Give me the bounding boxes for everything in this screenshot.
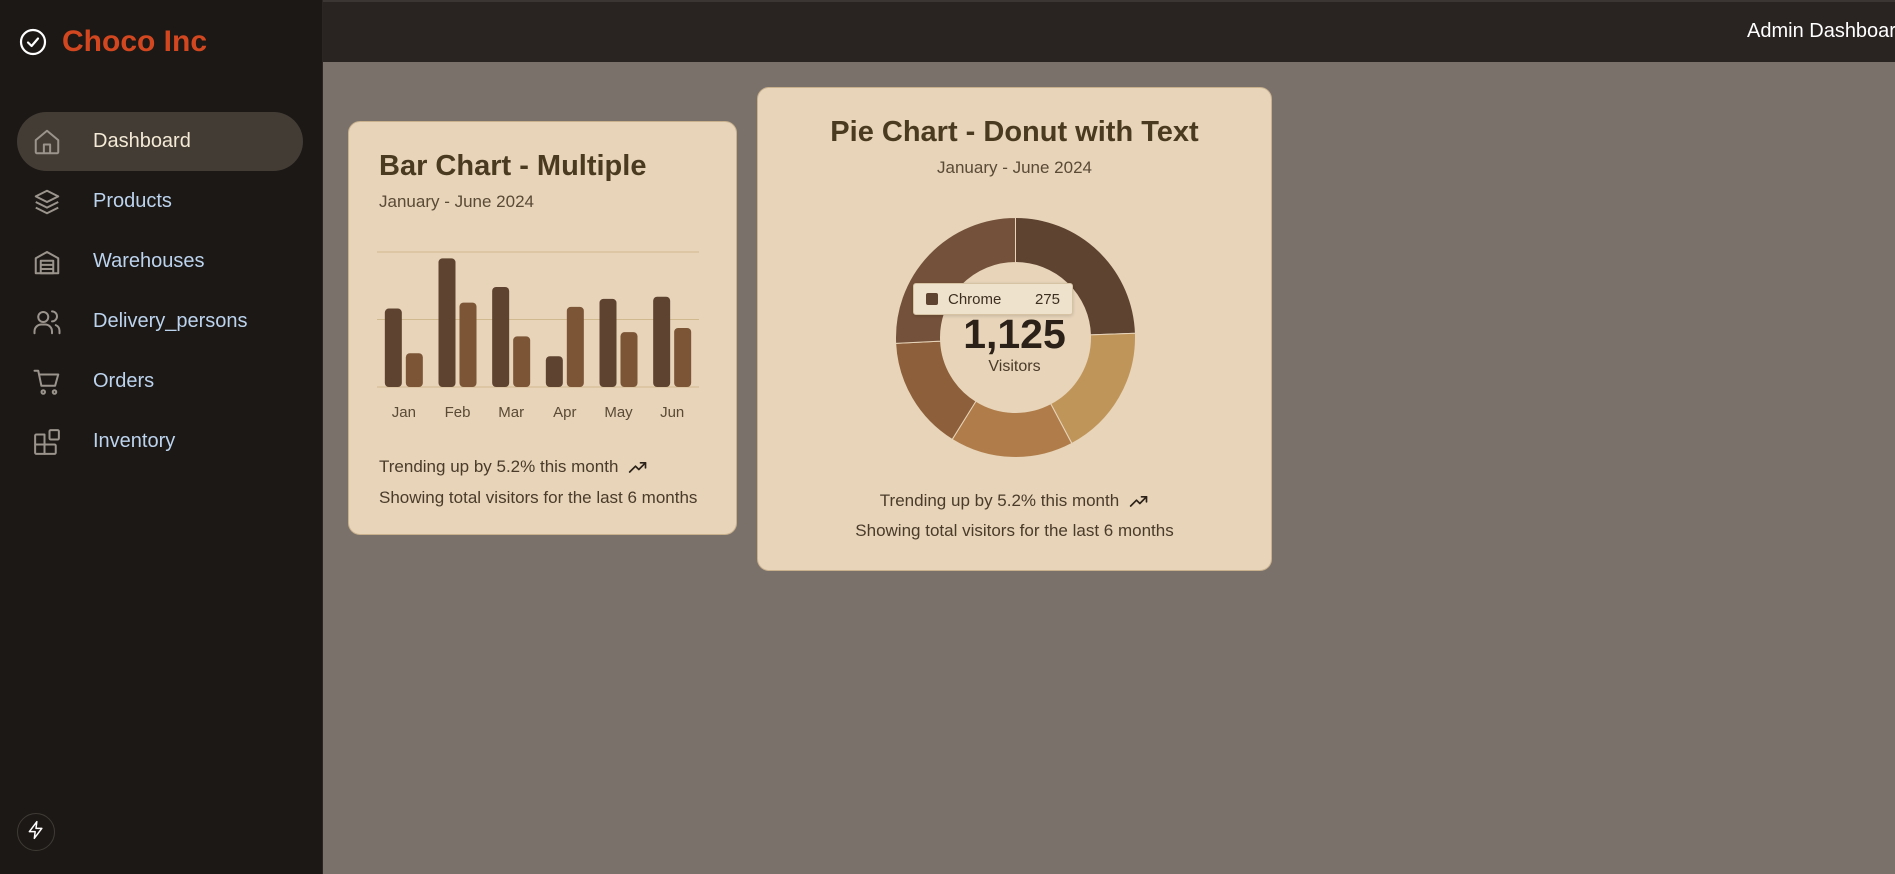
trending-up-icon — [628, 459, 648, 475]
donut-total-label: Visitors — [988, 358, 1041, 375]
x-tick-label: May — [604, 404, 633, 421]
sidebar-item-label: Delivery_persons — [93, 310, 248, 332]
x-tick-label: Apr — [553, 404, 576, 421]
donut-total-value: 1,125 — [963, 311, 1066, 357]
page-title: Admin Dashboard — [1747, 20, 1895, 42]
bar[interactable] — [674, 327, 692, 387]
layers-icon — [31, 186, 63, 218]
bolt-button[interactable] — [17, 813, 55, 851]
donut-chart-trend: Trending up by 5.2% this month — [758, 491, 1271, 511]
bar[interactable] — [599, 298, 617, 387]
sidebar-item-label: Inventory — [93, 430, 176, 452]
users-icon — [31, 306, 63, 338]
sidebar-item-label: Warehouses — [93, 250, 205, 272]
sidebar-item-products[interactable]: Products — [17, 172, 303, 231]
bar[interactable] — [653, 296, 671, 387]
bar-chart-trend: Trending up by 5.2% this month — [379, 457, 648, 477]
sidebar-item-label: Dashboard — [93, 130, 191, 152]
blocks-icon — [31, 426, 63, 458]
tooltip-swatch — [926, 293, 938, 305]
bar[interactable] — [438, 258, 456, 387]
donut-chart-subtitle: January - June 2024 — [937, 158, 1092, 177]
tooltip-value: 275 — [1034, 290, 1060, 308]
sidebar-item-warehouses[interactable]: Warehouses — [17, 232, 303, 291]
sidebar-item-label: Products — [93, 190, 172, 212]
trending-up-icon — [1129, 493, 1149, 509]
sidebar-item-inventory[interactable]: Inventory — [17, 412, 303, 471]
donut-chart-card: Pie Chart - Donut with Text January - Ju… — [757, 87, 1272, 571]
warehouse-icon — [31, 246, 63, 278]
brand-name: Choco Inc — [62, 25, 208, 58]
bar-chart-trend-text: Trending up by 5.2% this month — [379, 457, 619, 476]
sidebar-item-orders[interactable]: Orders — [17, 352, 303, 411]
x-tick-label: Jan — [392, 404, 416, 421]
cart-icon — [31, 366, 63, 398]
bar-chart-description: Showing total visitors for the last 6 mo… — [379, 488, 698, 507]
tooltip-name: Chrome — [948, 290, 1002, 308]
bar[interactable] — [384, 308, 402, 387]
donut-chart-description: Showing total visitors for the last 6 mo… — [855, 521, 1174, 540]
sidebar-item-delivery-persons[interactable]: Delivery_persons — [17, 292, 303, 351]
sidebar-item-dashboard[interactable]: Dashboard — [17, 112, 303, 171]
bolt-icon — [26, 820, 46, 845]
brand[interactable]: Choco Inc — [18, 24, 207, 60]
bar[interactable] — [459, 302, 477, 387]
sidebar-item-label: Orders — [93, 370, 155, 392]
home-icon — [31, 126, 63, 158]
sidebar: Choco Inc Dashboard Products Warehouses … — [0, 0, 323, 874]
bar-chart-title: Bar Chart - Multiple — [379, 150, 647, 182]
bar-chart-subtitle: January - June 2024 — [379, 192, 534, 211]
bar[interactable] — [545, 356, 563, 387]
bar[interactable] — [620, 332, 638, 387]
bar[interactable] — [492, 287, 510, 387]
bar-chart-card: Bar Chart - Multiple January - June 2024… — [348, 121, 737, 535]
top-bar: Admin Dashboard — [323, 0, 1895, 62]
donut-chart-title: Pie Chart - Donut with Text — [830, 116, 1199, 148]
check-circle-icon — [18, 27, 48, 57]
bar[interactable] — [513, 336, 531, 387]
x-tick-label: Jun — [660, 404, 684, 421]
bar[interactable] — [566, 306, 584, 387]
bar-chart: Jan Feb Mar Apr May Jun — [377, 251, 699, 421]
bar[interactable] — [405, 353, 423, 387]
sidebar-nav: Dashboard Products Warehouses Delivery_p… — [17, 112, 303, 472]
donut-chart-trend-text: Trending up by 5.2% this month — [879, 491, 1120, 510]
x-tick-label: Feb — [445, 404, 471, 421]
chart-tooltip: Chrome 275 — [913, 283, 1073, 315]
x-tick-label: Mar — [498, 404, 524, 421]
